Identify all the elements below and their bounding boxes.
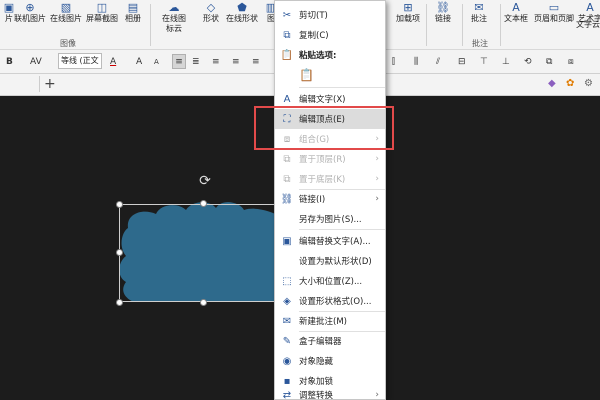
- selection-box: [119, 204, 289, 302]
- lock-icon: ▪: [283, 375, 291, 387]
- menu-item-send-back[interactable]: ⧉ 置于底层(K) ›: [275, 169, 385, 189]
- menu-item-format-shape[interactable]: ◈ 设置形状格式(O)...: [275, 291, 385, 311]
- resize-handle[interactable]: [116, 299, 123, 306]
- chevron-right-icon: ›: [375, 194, 379, 204]
- eye-icon: ◉: [282, 355, 292, 367]
- menu-item-hide-object[interactable]: ◉ 对象隐藏: [275, 351, 385, 371]
- highlight-annotation: [254, 106, 394, 150]
- menu-item-alt-text[interactable]: ▣ 编辑替换文字(A)...: [275, 231, 385, 251]
- bring-front-icon: ⧉: [283, 153, 291, 165]
- menu-item-size-position[interactable]: ⬚ 大小和位置(Z)...: [275, 271, 385, 291]
- scissors-icon: ✂: [282, 9, 292, 21]
- menu-item-lock-object[interactable]: ▪ 对象加锁: [275, 371, 385, 391]
- menu-item-box-editor[interactable]: ✎ 盒子编辑器: [275, 331, 385, 351]
- paste-keep-text-icon: 📋: [299, 68, 314, 82]
- paste-icon: 📋: [280, 49, 294, 61]
- divider: [299, 87, 385, 88]
- adjust-icon: ⇄: [282, 389, 292, 400]
- send-back-icon: ⧉: [283, 173, 291, 185]
- rotate-handle-icon[interactable]: ⟳: [197, 173, 213, 189]
- resize-handle[interactable]: [116, 249, 123, 256]
- edit-icon: ✎: [282, 335, 292, 347]
- menu-item-new-comment[interactable]: ✉ 新建批注(M): [275, 311, 385, 331]
- chevron-right-icon: ›: [375, 154, 379, 164]
- link-icon: ⛓: [280, 193, 294, 205]
- context-menu: ✂ 剪切(T) ⧉ 复制(C) 📋 粘贴选项: 📋 A 编辑文字(X) ⛶ 编辑顶点(E)…: [274, 0, 386, 400]
- alt-text-icon: ▣: [282, 235, 292, 247]
- size-icon: ⬚: [282, 275, 292, 287]
- paint-bucket-icon: ◈: [283, 295, 291, 307]
- paste-option-button[interactable]: 📋: [275, 65, 385, 85]
- copy-icon: ⧉: [283, 29, 291, 41]
- resize-handle[interactable]: [200, 200, 207, 207]
- menu-item-paste-options: 📋 粘贴选项:: [275, 45, 385, 65]
- edit-text-icon: A: [283, 93, 291, 105]
- chevron-right-icon: ›: [375, 174, 379, 184]
- resize-handle[interactable]: [116, 201, 123, 208]
- menu-item-adjust[interactable]: ⇄ 调整转换 ›: [275, 389, 385, 400]
- menu-item-default-shape[interactable]: 设置为默认形状(D): [275, 251, 385, 271]
- resize-handle[interactable]: [200, 299, 207, 306]
- divider: [299, 229, 385, 230]
- menu-item-cut[interactable]: ✂ 剪切(T): [275, 5, 385, 25]
- chevron-right-icon: ›: [375, 390, 379, 400]
- menu-item-save-picture[interactable]: 另存为图片(S)...: [275, 209, 385, 229]
- comment-icon: ✉: [282, 315, 292, 327]
- menu-item-copy[interactable]: ⧉ 复制(C): [275, 25, 385, 45]
- menu-item-link[interactable]: ⛓ 链接(I) ›: [275, 189, 385, 209]
- menu-item-bring-front[interactable]: ⧉ 置于顶层(R) ›: [275, 149, 385, 169]
